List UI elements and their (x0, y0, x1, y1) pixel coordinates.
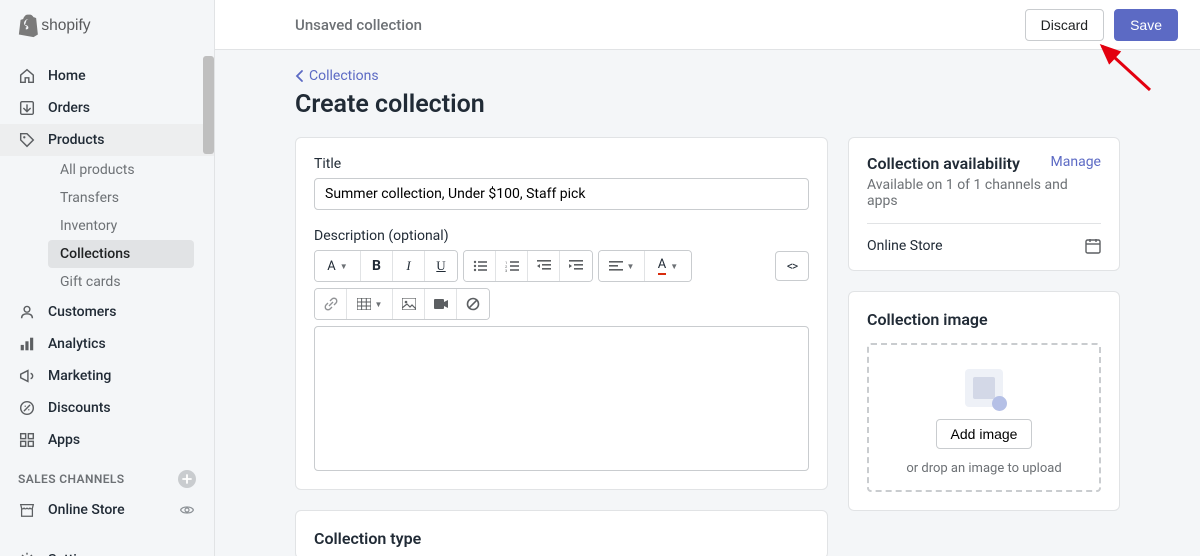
rte-align-dropdown[interactable]: ▼ (599, 251, 645, 281)
sidebar-label: Discounts (48, 400, 111, 416)
rte-link[interactable] (315, 289, 347, 319)
sidebar-item-home[interactable]: Home (0, 60, 214, 92)
caret-down-icon: ▼ (340, 262, 348, 271)
caret-down-icon: ▼ (670, 262, 678, 271)
sidebar-item-settings[interactable]: Settings (0, 544, 214, 556)
rte-color-dropdown[interactable]: A▼ (645, 251, 691, 281)
subnav-all-products[interactable]: All products (48, 156, 214, 184)
sidebar-item-orders[interactable]: Orders (0, 92, 214, 124)
description-editor[interactable] (314, 326, 809, 471)
sidebar-scrollbar[interactable] (203, 56, 214, 154)
caret-down-icon: ▼ (627, 262, 635, 271)
title-label: Title (314, 156, 809, 172)
sidebar-label: Apps (48, 432, 80, 448)
sidebar-label: Marketing (48, 368, 111, 384)
rte-clear-format[interactable] (457, 289, 489, 319)
rte-html-toggle[interactable]: <> (775, 251, 809, 281)
sidebar-label: Settings (48, 552, 100, 556)
sidebar-item-online-store[interactable]: Online Store (0, 494, 214, 526)
image-card-title: Collection image (867, 310, 1101, 329)
store-icon (18, 501, 36, 519)
rte-italic[interactable]: I (393, 251, 425, 281)
svg-text:shopify: shopify (41, 17, 90, 34)
sidebar-label: Online Store (48, 502, 166, 518)
title-input[interactable] (314, 178, 809, 210)
page-title: Create collection (295, 90, 1120, 119)
rte-bold[interactable]: B (361, 251, 393, 281)
rte-toolbar-row1: A▼ B I U 123 (314, 250, 809, 282)
calendar-icon[interactable] (1085, 238, 1101, 254)
apps-icon (18, 431, 36, 449)
sidebar-label: Home (48, 68, 86, 84)
discounts-icon (18, 399, 36, 417)
rte-table[interactable]: ▼ (347, 289, 393, 319)
megaphone-icon (18, 367, 36, 385)
manage-availability-link[interactable]: Manage (1051, 154, 1101, 170)
channel-online-store: Online Store (867, 238, 943, 254)
sidebar-item-customers[interactable]: Customers (0, 296, 214, 328)
svg-text:3: 3 (505, 268, 507, 272)
add-image-button[interactable]: Add image (936, 419, 1033, 449)
sidebar-item-products[interactable]: Products (0, 124, 214, 156)
sidebar-item-analytics[interactable]: Analytics (0, 328, 214, 360)
collection-type-card: Collection type (295, 510, 828, 556)
sidebar-label: Customers (48, 304, 116, 320)
rte-outdent[interactable] (528, 251, 560, 281)
discard-button[interactable]: Discard (1025, 9, 1104, 41)
image-placeholder-icon (965, 369, 1003, 407)
rte-video[interactable] (425, 289, 457, 319)
sales-channels-heading: SALES CHANNELS (0, 456, 214, 494)
subnav-collections[interactable]: Collections (48, 240, 194, 268)
products-subnav: All products Transfers Inventory Collect… (0, 156, 214, 296)
sidebar: shopify Home Orders Products (0, 0, 215, 556)
drop-hint: or drop an image to upload (906, 461, 1061, 476)
availability-status: Available on 1 of 1 channels and apps (867, 177, 1101, 209)
sidebar-item-discounts[interactable]: Discounts (0, 392, 214, 424)
add-channel-button[interactable] (178, 470, 196, 488)
home-icon (18, 67, 36, 85)
brand-logo[interactable]: shopify (0, 0, 214, 50)
rte-bullet-list[interactable] (464, 251, 496, 281)
rte-indent[interactable] (560, 251, 592, 281)
details-card: Title Description (optional) A▼ B I U (295, 137, 828, 490)
save-button[interactable]: Save (1114, 9, 1178, 41)
sidebar-nav: Home Orders Products All products Transf… (0, 50, 214, 556)
eye-icon[interactable] (178, 501, 196, 519)
subnav-transfers[interactable]: Transfers (48, 184, 214, 212)
subnav-gift-cards[interactable]: Gift cards (48, 268, 214, 296)
breadcrumb-collections[interactable]: Collections (295, 68, 1120, 84)
caret-down-icon: ▼ (375, 300, 383, 309)
tag-icon (18, 131, 36, 149)
gear-icon (18, 551, 36, 556)
sidebar-label: Orders (48, 100, 90, 116)
orders-icon (18, 99, 36, 117)
rte-format-dropdown[interactable]: A▼ (315, 251, 361, 281)
subnav-inventory[interactable]: Inventory (48, 212, 214, 240)
customers-icon (18, 303, 36, 321)
sidebar-label: Analytics (48, 336, 106, 352)
image-dropzone[interactable]: Add image or drop an image to upload (867, 343, 1101, 492)
contextual-save-bar: Unsaved collection Discard Save (215, 0, 1200, 50)
rte-toolbar-row2: ▼ (314, 288, 809, 320)
analytics-icon (18, 335, 36, 353)
rte-underline[interactable]: U (425, 251, 457, 281)
main-pane: Unsaved collection Discard Save Collecti… (215, 0, 1200, 556)
context-title: Unsaved collection (295, 16, 422, 34)
rte-image[interactable] (393, 289, 425, 319)
sidebar-item-marketing[interactable]: Marketing (0, 360, 214, 392)
collection-type-heading: Collection type (314, 529, 809, 548)
description-label: Description (optional) (314, 228, 809, 244)
sidebar-label: Products (48, 132, 105, 148)
chevron-left-icon (295, 69, 304, 83)
availability-title: Collection availability (867, 154, 1020, 173)
collection-image-card: Collection image Add image or drop an im… (848, 291, 1120, 511)
rte-number-list[interactable]: 123 (496, 251, 528, 281)
sidebar-item-apps[interactable]: Apps (0, 424, 214, 456)
availability-card: Collection availability Manage Available… (848, 137, 1120, 271)
